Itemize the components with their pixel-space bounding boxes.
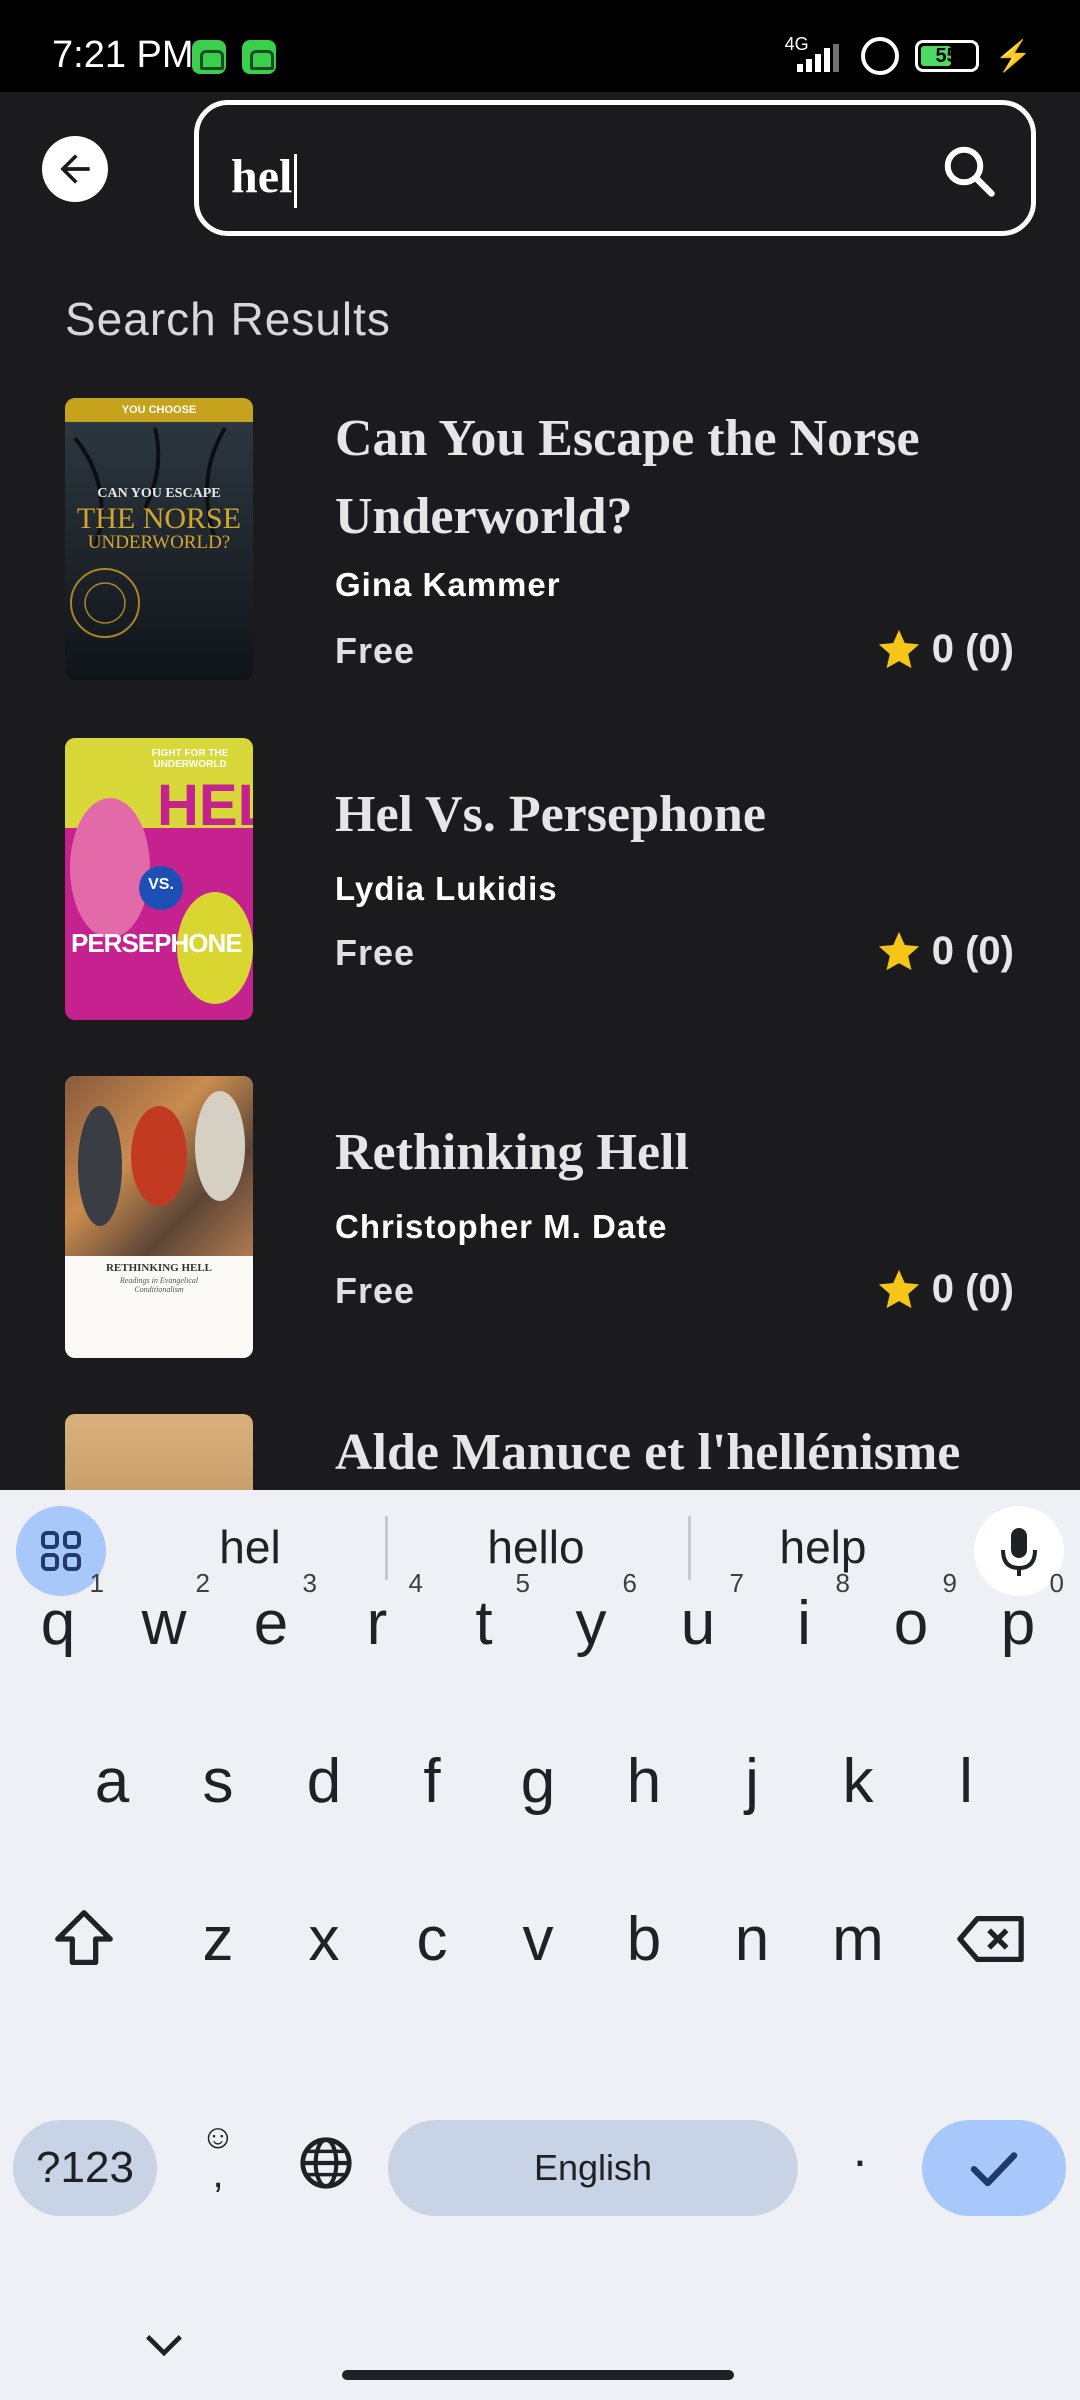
book-rating: 0 (0) xyxy=(876,928,1014,974)
book-author: Lydia Lukidis xyxy=(335,870,558,907)
key-i[interactable]: i8 xyxy=(764,1568,850,1659)
suggestion-item[interactable]: hel xyxy=(130,1520,370,1574)
key-k[interactable]: k xyxy=(818,1746,898,1817)
book-author: Gina Kammer xyxy=(335,566,561,603)
key-m[interactable]: m xyxy=(818,1904,898,1975)
key-n[interactable]: n xyxy=(712,1904,792,1975)
cover-text: RETHINKING HELL xyxy=(105,1262,213,1274)
backspace-key[interactable] xyxy=(952,1904,1032,1974)
cover-text: VS. xyxy=(148,876,174,893)
search-query[interactable]: hel xyxy=(231,149,298,208)
chevron-down-icon xyxy=(146,2335,182,2357)
rating-value: 0 (0) xyxy=(931,1266,1014,1311)
app-notification-icon xyxy=(192,40,226,74)
space-key[interactable]: English xyxy=(388,2120,798,2216)
charging-icon: ⚡ xyxy=(994,39,1032,73)
book-price: Free xyxy=(335,630,416,671)
key-z[interactable]: z xyxy=(178,1904,258,1975)
book-title[interactable]: Hel Vs. Persephone xyxy=(335,776,1035,854)
cover-text: HEL xyxy=(157,773,253,838)
arrow-left-icon xyxy=(60,154,90,184)
search-icon[interactable] xyxy=(939,141,999,201)
key-r[interactable]: r4 xyxy=(337,1568,423,1659)
book-cover: YOU CHOOSE CAN YOU ESCAPE THE NORSE UNDE… xyxy=(65,398,253,680)
key-d[interactable]: d xyxy=(284,1746,364,1817)
emoji-key[interactable]: ☺ , xyxy=(178,2120,258,2216)
key-p[interactable]: p0 xyxy=(978,1568,1064,1659)
cover-text: Readings in Evangelical Conditionalism xyxy=(119,1276,199,1294)
key-g[interactable]: g xyxy=(498,1746,578,1817)
gesture-nav-bar[interactable] xyxy=(342,2370,734,2380)
cover-text: THE NORSE xyxy=(76,502,242,535)
suggestion-item[interactable]: hello xyxy=(416,1520,656,1574)
book-cover: FIGHT FOR THE UNDERWORLD HEL VS. PERSEPH… xyxy=(65,738,253,1020)
star-icon xyxy=(878,931,919,971)
language-key[interactable] xyxy=(286,2132,366,2212)
shift-key[interactable] xyxy=(44,1904,124,1974)
key-c[interactable]: c xyxy=(392,1904,472,1975)
key-h[interactable]: h xyxy=(604,1746,684,1817)
emoji-icon: ☺ xyxy=(200,2118,236,2156)
book-cover: RETHINKING HELL Readings in Evangelical … xyxy=(65,1076,253,1358)
key-v[interactable]: v xyxy=(498,1904,578,1975)
enter-key[interactable] xyxy=(922,2120,1066,2216)
app-notification-icon xyxy=(242,40,276,74)
status-icons: 4G 55 ⚡ xyxy=(785,34,1032,76)
status-bar: 7:21 PM 4G 55 ⚡ xyxy=(0,0,1080,92)
key-f[interactable]: f xyxy=(392,1746,472,1817)
star-icon xyxy=(878,1269,919,1309)
backspace-icon xyxy=(957,1915,1024,1963)
book-title[interactable]: Alde Manuce et l'hellénisme xyxy=(335,1414,1035,1492)
book-price: Free xyxy=(335,932,416,973)
key-t[interactable]: t5 xyxy=(444,1568,530,1659)
book-price: Free xyxy=(335,1270,416,1311)
key-e[interactable]: e3 xyxy=(231,1568,317,1659)
book-title[interactable]: Rethinking Hell xyxy=(335,1114,1035,1192)
period-key[interactable]: . xyxy=(820,2120,900,2178)
cover-text: PERSEPHONE xyxy=(71,928,243,958)
cover-text: UNDERWORLD? xyxy=(87,532,231,553)
search-input[interactable]: hel xyxy=(194,100,1036,236)
book-rating: 0 (0) xyxy=(876,626,1014,672)
key-a[interactable]: a xyxy=(72,1746,152,1817)
key-s[interactable]: s xyxy=(178,1746,258,1817)
hide-keyboard-button[interactable] xyxy=(124,2310,204,2370)
shift-icon xyxy=(55,1910,113,1965)
key-l[interactable]: l xyxy=(926,1746,1006,1817)
cover-text: CAN YOU ESCAPE xyxy=(97,486,221,501)
key-w[interactable]: w2 xyxy=(124,1568,210,1659)
key-x[interactable]: x xyxy=(284,1904,364,1975)
signal-icon: 4G xyxy=(785,34,845,76)
key-y[interactable]: y6 xyxy=(551,1568,638,1659)
symbols-key[interactable]: ?123 xyxy=(13,2120,157,2216)
key-o[interactable]: o9 xyxy=(871,1568,957,1659)
key-j[interactable]: j xyxy=(712,1746,792,1817)
key-b[interactable]: b xyxy=(604,1904,684,1975)
text-cursor xyxy=(294,153,298,208)
key-u[interactable]: u7 xyxy=(658,1568,744,1659)
rating-value: 0 (0) xyxy=(931,928,1014,973)
rating-value: 0 (0) xyxy=(931,626,1014,671)
back-button[interactable] xyxy=(42,136,108,202)
status-time: 7:21 PM xyxy=(52,34,194,76)
key-q[interactable]: q1 xyxy=(18,1568,104,1659)
check-icon xyxy=(970,2152,1018,2187)
keyboard: hel hello help q1 w2 e3 r4 t5 y6 u7 i8 o… xyxy=(0,1490,1080,2400)
battery-icon: 55 xyxy=(914,40,979,72)
globe-icon xyxy=(300,2137,352,2189)
section-title: Search Results xyxy=(65,293,391,345)
book-author: Christopher M. Date xyxy=(335,1208,668,1245)
book-title[interactable]: Can You Escape the Norse Underworld? xyxy=(335,400,1035,556)
suggestion-item[interactable]: help xyxy=(703,1520,943,1574)
star-icon xyxy=(878,629,919,669)
book-rating: 0 (0) xyxy=(876,1266,1014,1312)
battery-level: 55 xyxy=(935,45,958,67)
sync-icon xyxy=(860,37,899,75)
